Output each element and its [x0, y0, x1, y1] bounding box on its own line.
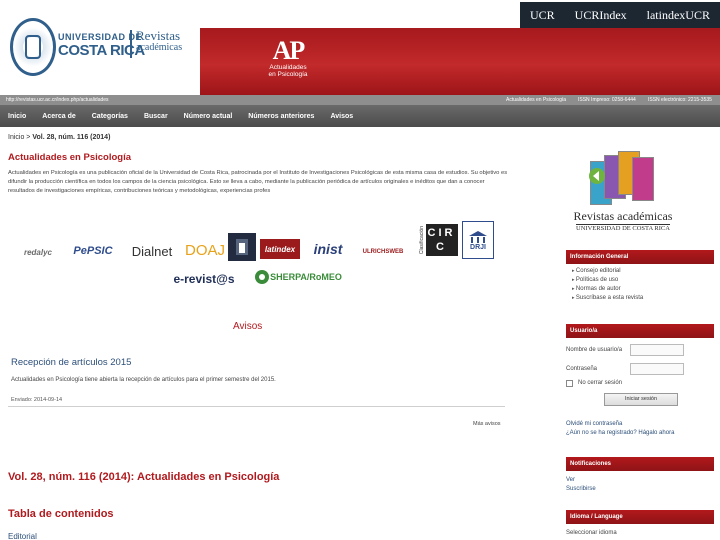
nav-avisos[interactable]: Avisos — [330, 113, 353, 120]
side-brand-line2: UNIVERSIDAD DE COSTA RICA — [576, 224, 670, 232]
username-input[interactable] — [630, 344, 684, 356]
journal-logo-mark: AP — [272, 36, 306, 65]
revistas-brand[interactable]: Revistas académicas — [136, 28, 183, 54]
aviso-title[interactable]: Recepción de artículos 2015 — [11, 357, 131, 368]
main-content: Inicio > Vol. 28, núm. 116 (2014) Actual… — [0, 127, 560, 540]
breadcrumb: Inicio > Vol. 28, núm. 116 (2014) — [8, 134, 110, 141]
side-brand: Revistas académicas UNIVERSIDAD DE COSTA… — [568, 209, 678, 232]
info-general-heading: Información General — [566, 250, 714, 264]
circ-label: CIRC — [425, 224, 458, 256]
drji-building-icon — [469, 230, 487, 243]
journal-covers-icon — [589, 151, 658, 205]
revistas-brand-line2: académicas — [136, 42, 183, 53]
notifications-heading: Notificaciones — [566, 457, 714, 471]
ucr-seal-icon[interactable] — [10, 18, 56, 76]
remember-checkbox[interactable] — [566, 380, 573, 387]
nav-numero-actual[interactable]: Número actual — [184, 113, 233, 120]
nav-numeros-anteriores[interactable]: Números anteriores — [248, 113, 314, 120]
journal-logo-line2: en Psicología — [268, 71, 308, 78]
nav-inicio[interactable]: Inicio — [8, 113, 26, 120]
info-link-politicas[interactable]: Políticas de uso — [572, 276, 643, 285]
redalyc-logo[interactable]: redalyc — [14, 243, 62, 261]
inist-logo[interactable]: inist — [306, 237, 350, 261]
register-link[interactable]: ¿Aún no se ha registrado? Hágalo ahora — [566, 429, 674, 437]
main-nav: Inicio Acerca de Categorías Buscar Númer… — [0, 105, 720, 127]
drji-label: DRJI — [470, 243, 486, 251]
info-link-normas[interactable]: Normas de autor — [572, 285, 643, 294]
journal-logo-line1: Actualidades — [269, 64, 307, 71]
sidebar: Revistas académicas UNIVERSIDAD DE COSTA… — [560, 127, 720, 540]
infobar-url: http://revistas.ucr.ac.cr/index.php/actu… — [6, 97, 109, 103]
infobar-issn-print: ISSN Impreso: 0258-6444 — [578, 97, 636, 103]
toplink-ucr[interactable]: UCR — [530, 8, 555, 23]
password-input[interactable] — [630, 363, 684, 375]
more-avisos-link[interactable]: Más avisos — [473, 421, 501, 427]
info-general-list: Consejo editorial Políticas de uso Norma… — [572, 267, 643, 303]
journal-logo[interactable]: AP Actualidades en Psicología — [258, 38, 318, 92]
breadcrumb-current[interactable]: Vol. 28, núm. 116 (2014) — [32, 134, 110, 141]
ulrichsweb-logo[interactable]: ULRICHSWEB — [354, 243, 412, 261]
breadcrumb-home[interactable]: Inicio — [8, 134, 24, 141]
top-links-bar: UCR UCRIndex latindexUCR — [520, 2, 720, 28]
sherpa-icon — [255, 270, 270, 284]
toplink-latindexucr[interactable]: latindexUCR — [647, 8, 710, 23]
revistas-brand-line1: Revistas — [136, 28, 181, 43]
dialnet-logo[interactable]: Dialnet — [124, 241, 180, 261]
doaj-logo[interactable]: DOAJ — [184, 239, 226, 261]
remember-label: No cerrar sesión — [578, 380, 623, 386]
circ-side-label: Clasificación — [418, 225, 425, 255]
aviso-text: Actualidades en Psicología tiene abierta… — [11, 377, 276, 383]
sherpa-romeo-logo[interactable]: SHERPA/RoMEO — [250, 267, 346, 287]
pepsic-logo[interactable]: PePSIC — [66, 241, 120, 261]
circ-logo[interactable]: Clasificación CIRC — [418, 219, 458, 261]
info-link-consejo[interactable]: Consejo editorial — [572, 267, 643, 276]
notifications-view-link[interactable]: Ver — [566, 476, 575, 484]
revistas-academicas-logo[interactable]: Revistas académicas UNIVERSIDAD DE COSTA… — [568, 151, 672, 241]
aviso-date: Enviado: 2014-09-14 — [11, 397, 63, 403]
header-divider — [130, 30, 132, 58]
sherpa-romeo-label: SHERPA/RoMEO — [270, 272, 342, 282]
user-heading: Usuario/a — [566, 324, 714, 338]
info-link-suscribase[interactable]: Suscríbase a esta revista — [572, 294, 643, 303]
side-brand-line1: Revistas académicas — [573, 209, 673, 223]
login-button[interactable]: Iniciar sesión — [604, 393, 678, 406]
erevistas-logo[interactable]: e-revist@s — [164, 269, 244, 289]
aviso-divider — [8, 406, 505, 407]
latindex-logo[interactable]: latindex — [260, 239, 300, 259]
nav-buscar[interactable]: Buscar — [144, 113, 168, 120]
issue-title: Vol. 28, núm. 116 (2014): Actualidades e… — [8, 471, 280, 483]
notifications-subscribe-link[interactable]: Suscribirse — [566, 485, 596, 493]
username-label: Nombre de usuario/a — [566, 347, 623, 353]
infobar-journal: Actualidades en Psicología — [506, 97, 567, 103]
site-header: UCR UCRIndex latindexUCR UNIVERSIDAD DE … — [0, 0, 720, 95]
journal-description: Actualidades en Psicología es una public… — [8, 170, 508, 194]
language-select-label: Seleccionar idioma — [566, 530, 617, 536]
toc-heading: Tabla de contenidos — [8, 508, 114, 520]
forgot-password-link[interactable]: Olvidé mi contraseña — [566, 420, 622, 428]
dii-icon — [236, 239, 248, 255]
drji-logo[interactable]: DRJI — [462, 221, 494, 259]
nav-acerca-de[interactable]: Acerca de — [42, 113, 75, 120]
arrow-left-icon — [589, 168, 605, 184]
info-bar: http://revistas.ucr.ac.cr/index.php/actu… — [0, 95, 720, 105]
journal-title: Actualidades en Psicología — [8, 152, 132, 163]
language-heading: Idioma / Language — [566, 510, 714, 524]
dii-logo[interactable] — [228, 233, 256, 261]
infobar-issn-electronic: ISSN electrónico: 2215-3535 — [648, 97, 712, 103]
password-label: Contraseña — [566, 366, 598, 372]
nav-categorias[interactable]: Categorías — [92, 113, 128, 120]
toplink-ucrindex[interactable]: UCRIndex — [575, 8, 627, 23]
toc-item: Editorial — [8, 532, 37, 540]
avisos-heading: Avisos — [233, 321, 263, 332]
